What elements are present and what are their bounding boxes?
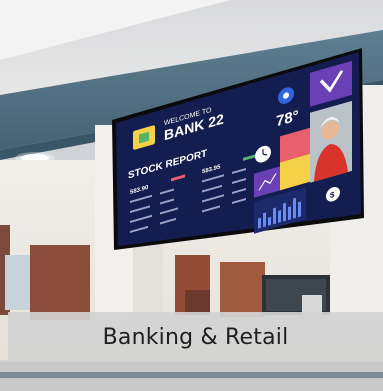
svg-text:$: $ <box>330 190 335 200</box>
category-caption: Banking & Retail <box>8 312 383 362</box>
